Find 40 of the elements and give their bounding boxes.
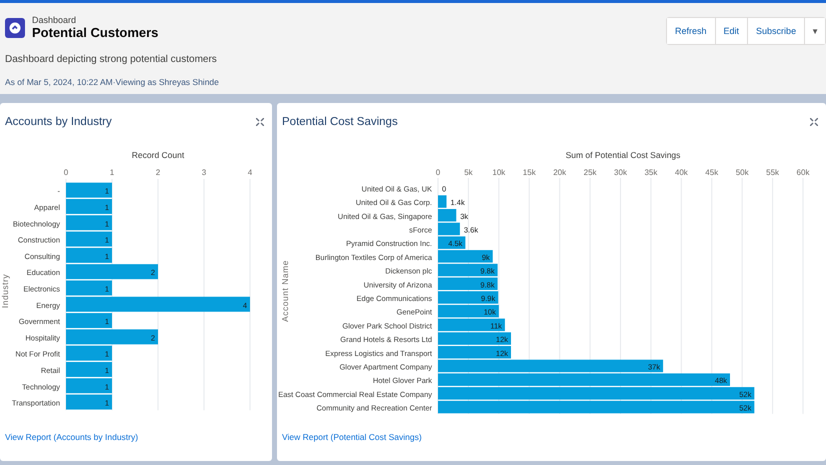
panel-title: Accounts by Industry (5, 116, 112, 128)
tick-label: 0 (436, 168, 440, 177)
tick-label: 40k (674, 168, 688, 177)
bar[interactable] (438, 250, 493, 263)
bar[interactable] (438, 236, 466, 249)
bar[interactable] (438, 264, 498, 276)
panel-title: Potential Cost Savings (282, 116, 398, 128)
timestamp: As of Mar 5, 2024, 10:22 AM·Viewing as Shreyas Shinde (5, 76, 220, 89)
tick-label: 3 (202, 168, 206, 177)
tick-label: 4 (248, 168, 252, 177)
expand-icon[interactable] (256, 118, 264, 126)
dashboard-description: Dashboard depicting strong potential customers (5, 54, 218, 68)
axis-title: Record Count (132, 150, 184, 160)
tick-label: 15k (522, 168, 536, 177)
tick-label: 45k (705, 168, 718, 177)
tick-label: 35k (644, 168, 658, 177)
bar[interactable] (438, 291, 498, 304)
axis-title: Sum of Potential Cost Savings (566, 150, 680, 160)
tick-label: 5k (464, 168, 473, 177)
tick-label: 25k (584, 168, 597, 177)
tick-label: 55k (766, 168, 780, 177)
tick-label: 1 (110, 168, 114, 177)
axis-title: Account Name (280, 260, 290, 322)
bar[interactable] (438, 304, 499, 318)
view-report-link[interactable]: View Report (Potential Cost Savings) (277, 429, 427, 445)
breadcrumb: Dashboard (32, 15, 78, 25)
tick-label: 2 (156, 168, 160, 177)
bar[interactable] (438, 318, 505, 332)
tick-label: 10k (492, 168, 506, 177)
more-actions-button[interactable]: ▼ (804, 18, 825, 44)
tick-label: 60k (796, 168, 810, 177)
expand-icon[interactable] (810, 118, 818, 126)
tick-label: 50k (736, 168, 749, 177)
axis-title: Industry (0, 274, 10, 308)
dashboard-icon (5, 18, 25, 38)
view-report-link[interactable]: View Report (Accounts by Industry) (0, 429, 144, 445)
tick-label: 20k (553, 168, 566, 177)
tick-label: 0 (64, 168, 68, 177)
tick-label: 30k (614, 168, 627, 177)
dashboard-title: Potential Customers (32, 25, 158, 40)
